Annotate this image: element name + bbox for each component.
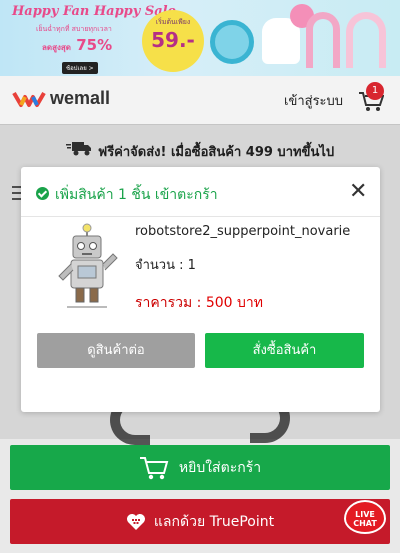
wemall-logo[interactable]: wemall: [12, 88, 110, 109]
add-to-cart-modal: เพิ่มสินค้า 1 ชิ้น เข้าตะกร้า ✕ robotsto…: [21, 167, 380, 412]
pink-arch-image: [306, 12, 340, 68]
truepoint-label: แลกด้วย TruePoint: [153, 513, 275, 530]
add-to-cart-label: หยิบใส่ตะกร้า: [178, 459, 262, 476]
total-value: 500 บาท: [205, 295, 263, 311]
quantity-text: จำนวน : 1: [135, 258, 196, 273]
close-icon[interactable]: ✕: [349, 181, 367, 203]
live-chat-line1: LIVE: [355, 510, 375, 519]
banner-discount: ลดสูงสุด 75%: [42, 36, 112, 54]
modal-header: เพิ่มสินค้า 1 ชิ้น เข้าตะกร้า ✕: [21, 167, 380, 217]
banner-shop-button[interactable]: ช้อปเลย >: [62, 62, 98, 74]
live-chat-button[interactable]: LIVE CHAT: [344, 500, 386, 534]
pink-arch-image-2: [346, 12, 386, 68]
promo-banner[interactable]: Happy Fan Happy Sale เย็นฉ่ำทุกที่ สบายท…: [0, 0, 400, 76]
fan-image: [210, 20, 254, 64]
login-link[interactable]: เข้าสู่ระบบ: [284, 90, 343, 111]
checkout-button[interactable]: สั่งซื้อสินค้า: [205, 333, 364, 368]
banner-price-badge: เริ่มต้นเพียง 59.-: [142, 10, 204, 72]
banner-discount-label: ลดสูงสุด: [42, 43, 71, 52]
product-name[interactable]: robotstore2_supperpoint_novarie: [135, 224, 350, 239]
total-price: ราคารวม : 500 บาท: [135, 292, 263, 314]
cart-icon: [139, 456, 169, 479]
check-circle-icon: [36, 187, 49, 200]
continue-shopping-button[interactable]: ดูสินค้าต่อ: [37, 333, 195, 368]
site-header: wemall เข้าสู่ระบบ: [0, 76, 400, 124]
modal-title: เพิ่มสินค้า 1 ชิ้น เข้าตะกร้า: [55, 187, 218, 203]
banner-subtitle: เย็นฉ่ำทุกที่ สบายทุกเวลา: [36, 25, 112, 33]
total-label: ราคารวม :: [135, 295, 202, 311]
add-to-cart-button[interactable]: หยิบใส่ตะกร้า: [10, 445, 390, 490]
wemall-logo-icon: [12, 91, 46, 107]
cart-count-badge: 1: [366, 82, 384, 100]
truepoint-heart-icon: [126, 513, 145, 530]
brand-name: wemall: [50, 88, 111, 108]
robot-product-image: [58, 223, 118, 308]
banner-price-label: เริ่มต้นเพียง: [155, 18, 191, 26]
truepoint-redeem-button[interactable]: แลกด้วย TruePoint: [10, 499, 390, 544]
banner-discount-value: 75%: [76, 36, 113, 54]
banner-price-value: 59.-: [151, 28, 195, 52]
live-chat-line2: CHAT: [353, 519, 377, 528]
